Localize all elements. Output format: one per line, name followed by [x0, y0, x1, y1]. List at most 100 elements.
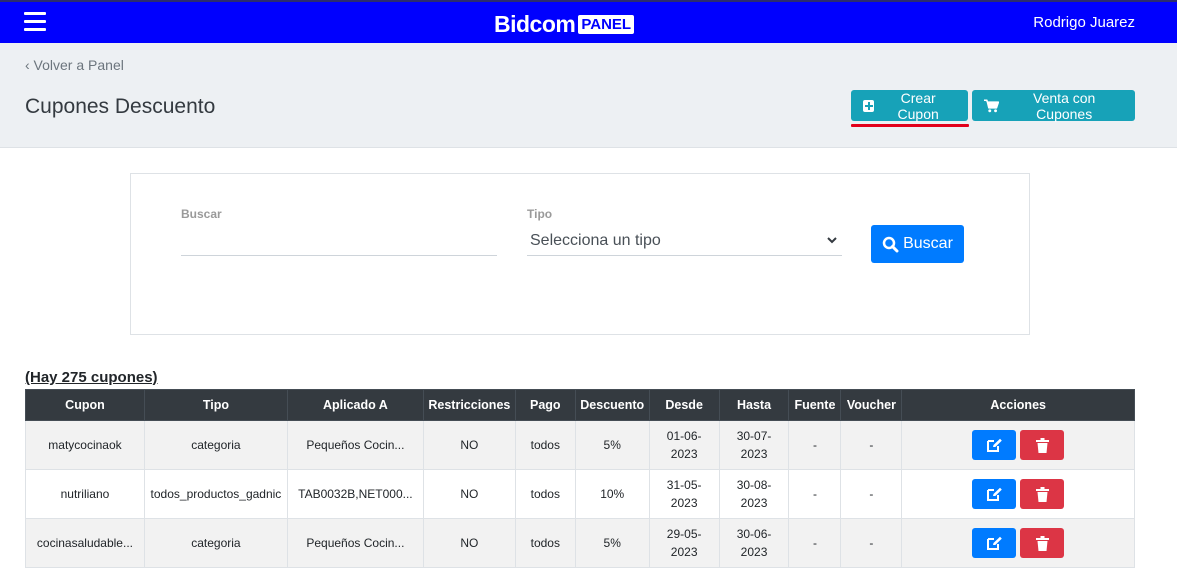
delete-button[interactable]: [1020, 479, 1065, 509]
table-row: cocinasaludable... categoria Pequeños Co…: [25, 518, 1135, 568]
cell-voucher: -: [840, 518, 903, 568]
cell-tipo: categoria: [143, 420, 288, 470]
search-card: Buscar Tipo Selecciona un tipo Buscar: [130, 173, 1030, 335]
user-menu[interactable]: Rodrigo Juarez: [1033, 14, 1135, 31]
trash-icon: [1035, 535, 1049, 551]
cell-aplicado: Pequeños Cocin...: [286, 518, 424, 568]
delete-button[interactable]: [1020, 528, 1065, 558]
brand-badge: PANEL: [578, 14, 635, 34]
menu-icon[interactable]: [24, 12, 46, 32]
table-row: nutriliano todos_productos_gadnic TAB003…: [25, 469, 1135, 519]
cell-fuente: -: [788, 420, 842, 470]
cell-tipo: categoria: [143, 518, 288, 568]
search-icon: [882, 236, 899, 252]
hasta-year: 2023: [740, 496, 768, 510]
edit-button[interactable]: [972, 528, 1017, 558]
cell-hasta: 30-07- 2023: [718, 420, 790, 470]
cell-descuento: 5%: [574, 420, 650, 470]
brand-name: Bidcom: [494, 11, 576, 37]
cell-pago: todos: [514, 420, 576, 470]
desde-day: 29-05-: [666, 527, 702, 541]
tipo-selected-value: Selecciona un tipo: [530, 232, 661, 249]
buscar-label: Buscar: [181, 207, 222, 221]
column-header-tipo[interactable]: Tipo: [143, 389, 288, 421]
back-to-panel-link[interactable]: ‹ Volver a Panel: [25, 57, 124, 73]
top-navbar: Bidcom PANEL Rodrigo Juarez: [0, 0, 1177, 43]
cell-acciones: [901, 420, 1135, 470]
cell-descuento: 5%: [574, 518, 650, 568]
cell-voucher: -: [840, 469, 903, 519]
edit-icon: [986, 438, 1002, 452]
edit-icon: [986, 487, 1002, 501]
cell-tipo: todos_productos_gadnic: [143, 469, 288, 519]
cell-hasta: 30-06- 2023: [718, 518, 790, 568]
cell-cupon: nutriliano: [25, 469, 145, 519]
column-header-desde[interactable]: Desde: [648, 389, 720, 421]
cart-icon: [984, 99, 1000, 112]
crear-cupon-button[interactable]: Crear Cupon: [851, 89, 968, 122]
desde-year: 2023: [670, 545, 698, 559]
cell-aplicado: Pequeños Cocin...: [286, 420, 424, 470]
desde-day: 31-05-: [666, 478, 702, 492]
cell-cupon: matycocinaok: [25, 420, 145, 470]
cell-acciones: [901, 518, 1135, 568]
column-header-aplicado[interactable]: Aplicado A: [286, 389, 424, 421]
table-header-row: Cupon Tipo Aplicado A Restricciones Pago…: [25, 389, 1135, 421]
hasta-year: 2023: [740, 545, 768, 559]
edit-button[interactable]: [972, 430, 1017, 460]
column-header-acciones: Acciones: [901, 389, 1135, 421]
hasta-year: 2023: [740, 447, 768, 461]
column-header-restricciones[interactable]: Restricciones: [422, 389, 516, 421]
hasta-day: 30-06-: [736, 527, 772, 541]
hasta-day: 30-07-: [736, 429, 772, 443]
cell-descuento: 10%: [574, 469, 650, 519]
tipo-select[interactable]: Selecciona un tipo: [527, 226, 842, 256]
cell-fuente: -: [788, 469, 842, 519]
cell-desde: 31-05- 2023: [648, 469, 720, 519]
brand-logo[interactable]: Bidcom PANEL: [494, 11, 635, 37]
column-header-hasta[interactable]: Hasta: [718, 389, 790, 421]
hasta-day: 30-08-: [736, 478, 772, 492]
cell-hasta: 30-08- 2023: [718, 469, 790, 519]
plus-square-icon: [863, 99, 875, 112]
column-header-cupon[interactable]: Cupon: [25, 389, 145, 421]
coupons-table: Cupon Tipo Aplicado A Restricciones Pago…: [25, 389, 1135, 568]
column-header-fuente[interactable]: Fuente: [788, 389, 842, 421]
edit-button[interactable]: [972, 479, 1017, 509]
highlight-underline: [851, 124, 969, 127]
page-title: Cupones Descuento: [25, 95, 216, 118]
page-header: ‹ Volver a Panel Cupones Descuento Crear…: [0, 43, 1177, 148]
delete-button[interactable]: [1020, 430, 1065, 460]
column-header-voucher[interactable]: Voucher: [840, 389, 903, 421]
cell-acciones: [901, 469, 1135, 519]
buscar-input[interactable]: [181, 228, 497, 256]
edit-icon: [986, 536, 1002, 550]
venta-con-cupones-label: Venta con Cupones: [1033, 89, 1096, 122]
buscar-button-label: Buscar: [903, 235, 953, 252]
cell-fuente: -: [788, 518, 842, 568]
coupon-count: (Hay 275 cupones): [25, 369, 158, 386]
cell-restricciones: NO: [422, 469, 516, 519]
trash-icon: [1035, 486, 1049, 502]
column-header-pago[interactable]: Pago: [514, 389, 576, 421]
tipo-label: Tipo: [527, 207, 553, 221]
buscar-button[interactable]: Buscar: [871, 225, 964, 263]
cell-desde: 29-05- 2023: [648, 518, 720, 568]
cell-restricciones: NO: [422, 420, 516, 470]
table-row: matycocinaok categoria Pequeños Cocin...…: [25, 420, 1135, 470]
desde-year: 2023: [670, 496, 698, 510]
desde-day: 01-06-: [666, 429, 702, 443]
cell-cupon: cocinasaludable...: [25, 518, 145, 568]
chevron-down-icon: [827, 237, 837, 244]
trash-icon: [1035, 437, 1049, 453]
cell-pago: todos: [514, 469, 576, 519]
column-header-descuento[interactable]: Descuento: [574, 389, 650, 421]
cell-restricciones: NO: [422, 518, 516, 568]
cell-aplicado: TAB0032B,NET000...: [286, 469, 424, 519]
cell-desde: 01-06- 2023: [648, 420, 720, 470]
cell-pago: todos: [514, 518, 576, 568]
cell-voucher: -: [840, 420, 903, 470]
crear-cupon-label: Crear Cupon: [897, 89, 939, 122]
desde-year: 2023: [670, 447, 698, 461]
venta-con-cupones-button[interactable]: Venta con Cupones: [972, 89, 1135, 122]
